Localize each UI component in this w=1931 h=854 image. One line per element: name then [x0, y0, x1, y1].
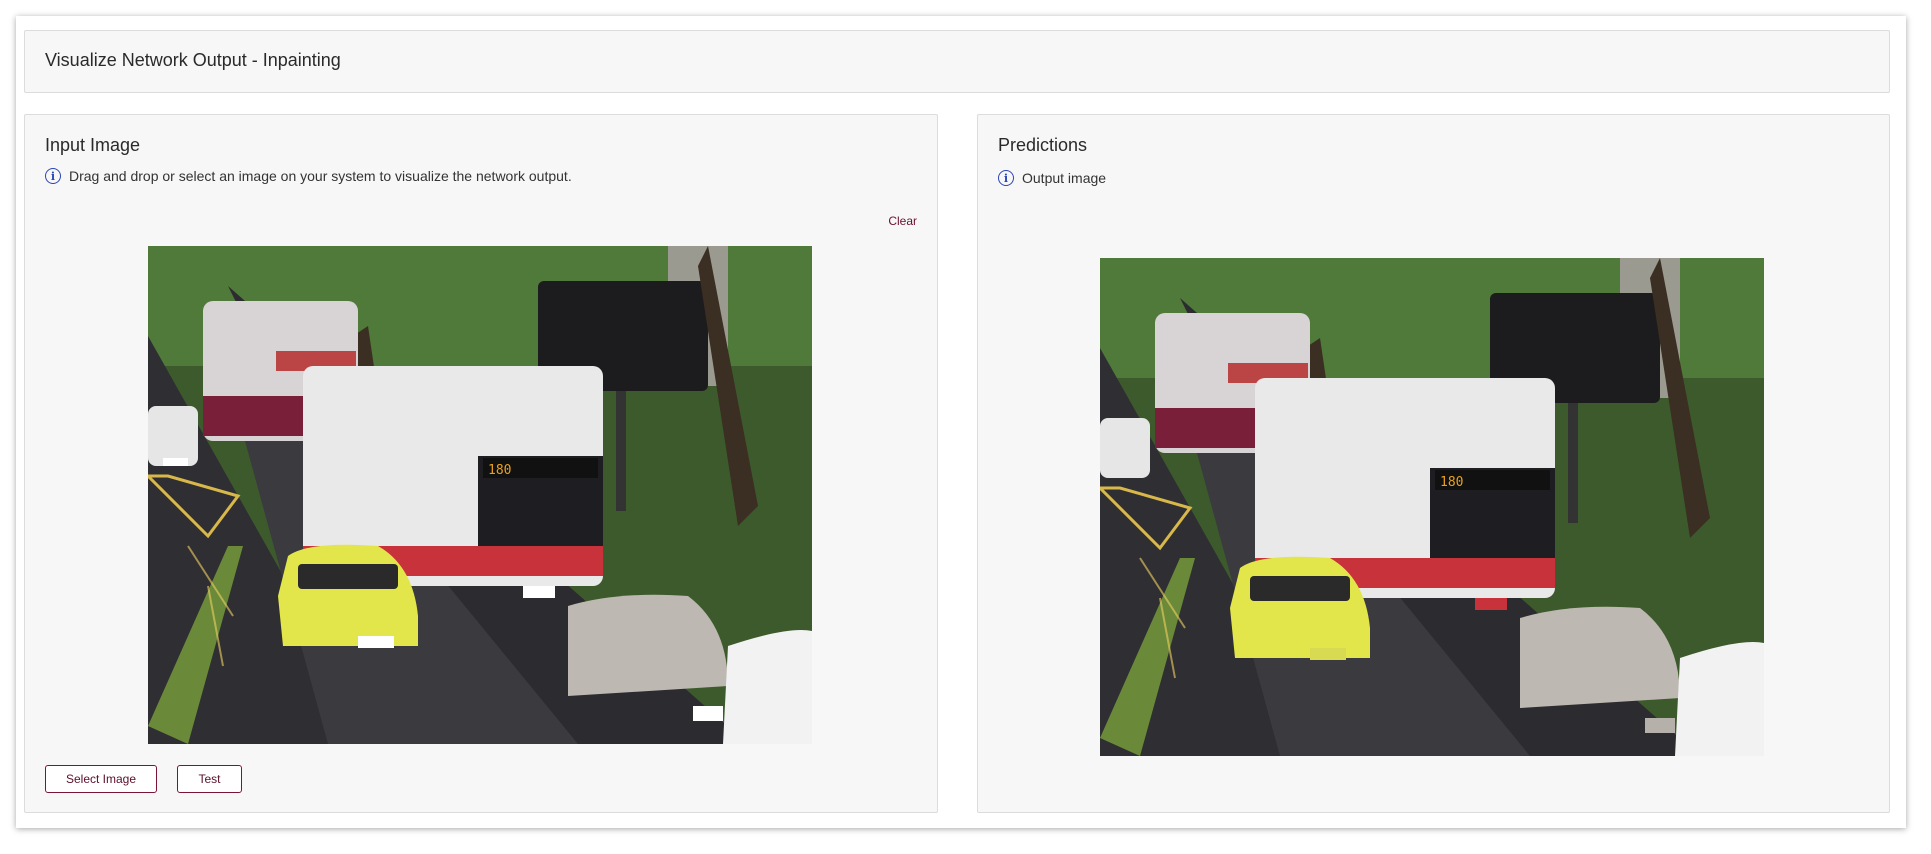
input-panel: Input Image i Drag and drop or select an… [24, 114, 938, 813]
info-icon: i [998, 170, 1014, 186]
predictions-panel-title: Predictions [998, 135, 1088, 155]
output-info-row: i Output image [998, 170, 1106, 186]
input-info-text: Drag and drop or select an image on your… [69, 168, 572, 184]
predictions-panel: Predictions i Output image 180 [977, 114, 1890, 813]
header-card: Visualize Network Output - Inpainting [24, 30, 1890, 93]
svg-text:180: 180 [488, 463, 511, 478]
input-panel-title: Input Image [45, 135, 141, 155]
app-window: Visualize Network Output - Inpainting In… [16, 16, 1906, 828]
input-info-row: i Drag and drop or select an image on yo… [45, 168, 572, 184]
output-image: 180 [1100, 258, 1764, 756]
output-image-area: 180 [1100, 258, 1764, 756]
input-image-dropzone[interactable]: 180 [148, 246, 812, 744]
clear-button[interactable]: Clear [888, 214, 917, 228]
info-icon: i [45, 168, 61, 184]
test-button[interactable]: Test [177, 765, 242, 793]
input-image: 180 [148, 246, 812, 744]
select-image-button[interactable]: Select Image [45, 765, 157, 793]
svg-text:180: 180 [1440, 475, 1463, 490]
output-info-text: Output image [1022, 170, 1107, 186]
page-title: Visualize Network Output - Inpainting [45, 50, 341, 70]
